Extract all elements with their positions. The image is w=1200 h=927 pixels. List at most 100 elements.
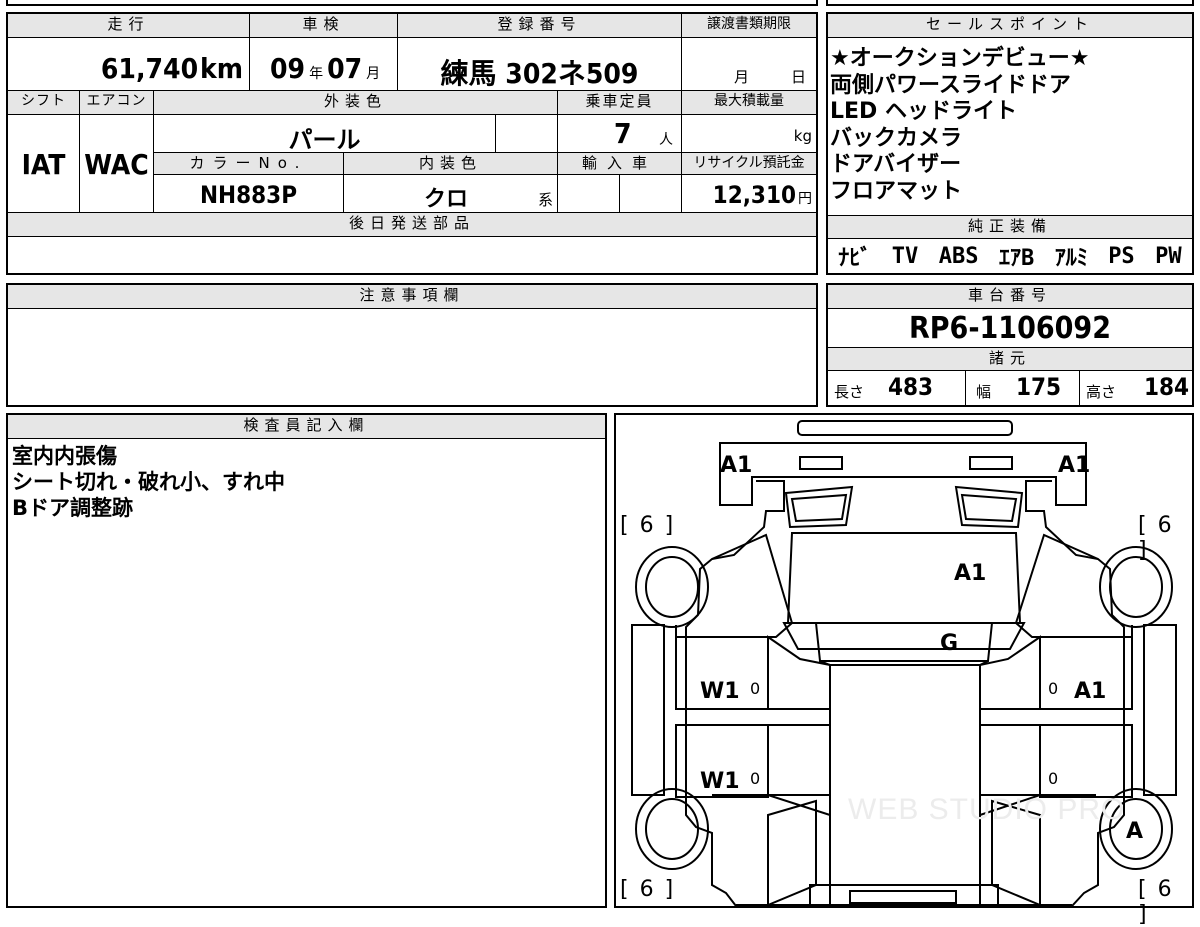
mileage-header: 走行 — [8, 14, 250, 38]
inspection-year: 09 — [270, 52, 306, 85]
damage-mark-windshield: G — [940, 631, 959, 656]
front-right-tire-inner — [1109, 556, 1163, 618]
mileage-cell: 61,740 km — [8, 38, 250, 91]
equipment-item: ｱﾙﾐ — [1054, 246, 1088, 271]
colorno-value: NH883P — [199, 181, 298, 209]
transfer-month-unit: 月 — [734, 68, 750, 86]
inspector-box: 検査員記入欄 室内内張傷 シート切れ・破れ小、すれ中 Bドア調整跡 — [6, 413, 607, 908]
sales-points-header: セールスポイント — [828, 14, 1192, 38]
rear-left-panel — [767, 799, 817, 906]
sales-point-line: 両側パワースライドドア — [830, 72, 1071, 98]
damage-mark-hood: A1 — [954, 561, 987, 586]
capacity-header: 乗車定員 — [558, 91, 682, 115]
inspection-cell: 09 年 07 月 — [250, 38, 398, 91]
damage-mark-front-left: A1 — [720, 453, 753, 478]
top-cutoff-right — [826, 0, 1194, 6]
inspection-month: 07 — [327, 52, 363, 85]
maxload-header: 最大積載量 — [682, 91, 816, 115]
sales-points-box: セールスポイント ★オークションデビュー★ 両側パワースライドドア LED ヘッ… — [826, 12, 1194, 275]
inspection-header: 車検 — [250, 14, 398, 38]
front-bumper-top — [797, 420, 1013, 436]
inspection-month-unit: 月 — [366, 66, 381, 82]
front-left-tire-inner — [645, 556, 699, 618]
damage-mark-left-rear-door: W1 — [700, 769, 740, 794]
equipment-item: TV — [891, 243, 919, 269]
notes-header: 注意事項欄 — [8, 285, 816, 309]
equipment-item: ABS — [938, 243, 979, 269]
registration-value: 練馬 302ネ509 — [440, 57, 639, 90]
colorno-header: カラーNo. — [154, 153, 344, 175]
transfer-cell: 月 日 — [682, 38, 816, 91]
length-value: 483 — [888, 373, 934, 401]
height-label: 高さ — [1086, 383, 1117, 401]
exterior-cell: パール — [154, 115, 496, 154]
right-side-outer — [1143, 624, 1177, 796]
inspector-line: シート切れ・破れ小、すれ中 — [12, 470, 285, 494]
import-cell-b — [620, 175, 682, 213]
right-fender — [1014, 533, 1133, 638]
capacity-value: 7 — [614, 117, 632, 150]
shift-header: シフト — [8, 91, 80, 115]
interior-value: クロ — [424, 187, 469, 212]
inspector-lines: 室内内張傷 シート切れ・破れ小、すれ中 Bドア調整跡 — [12, 443, 602, 521]
width-value: 175 — [1016, 373, 1062, 401]
left-quarter — [712, 794, 831, 906]
recycle-cell: 12,310 円 — [682, 175, 816, 213]
interior-unit: 系 — [537, 191, 553, 209]
inspection-year-unit: 年 — [309, 66, 324, 82]
damage-mark-right-front-door: A1 — [1074, 679, 1107, 704]
left-window-front — [767, 635, 831, 710]
chassis-header: 車台番号 — [828, 285, 1192, 309]
damage-mark-rear-right-wheel: A — [1126, 819, 1144, 844]
vehicle-info-box: 走行 車検 登録番号 譲渡書類期限 61,740 km 09 年 07 月 練馬 30… — [6, 12, 818, 275]
sales-point-line: ドアバイザー — [830, 152, 962, 177]
door-mark-zero: 0 — [1048, 679, 1059, 698]
headlight-right — [969, 456, 1013, 470]
chassis-box: 車台番号 RP6-1106092 諸元 長さ 483 幅 175 高さ 184 — [826, 283, 1194, 407]
equipment-item: PS — [1108, 243, 1135, 269]
width-label: 幅 — [976, 383, 992, 401]
chassis-value: RP6-1106092 — [908, 311, 1111, 346]
length-cell: 長さ 483 — [828, 371, 966, 405]
car-diagram — [631, 420, 1177, 906]
mileage-unit: km — [200, 52, 243, 85]
tire-label-front-right: [ 6 ] — [1138, 513, 1174, 563]
width-cell: 幅 175 — [966, 371, 1080, 405]
shift-value: IAT — [21, 148, 66, 181]
rear-lamp — [849, 890, 957, 904]
roof-front — [819, 660, 989, 666]
import-cell-a — [558, 175, 620, 213]
door-mark-zero: 0 — [750, 679, 761, 698]
tire-label-front-left: [ 6 ] — [620, 513, 676, 538]
vehicle-diagram-box: [ 6 ] [ 6 ] [ 6 ] [ 6 ] A1 A1 A1 G W1 W1… — [614, 413, 1194, 927]
inspector-line: Bドア調整跡 — [12, 496, 134, 520]
left-window-rear — [767, 724, 831, 796]
top-cutoff-row — [6, 0, 818, 6]
inspector-header: 検査員記入欄 — [8, 415, 605, 439]
watermark: WEB STUDIO PRO — [848, 793, 1126, 826]
recycle-value: 12,310 — [712, 181, 796, 209]
recycle-unit: 円 — [798, 191, 812, 207]
rear-left-tire-inner — [645, 798, 699, 860]
headlight-left — [799, 456, 843, 470]
windshield — [782, 622, 1026, 650]
grille-left — [790, 493, 848, 523]
notes-box: 注意事項欄 — [6, 283, 818, 407]
front-bumper — [719, 442, 1087, 506]
colorno-cell: NH883P — [154, 175, 344, 213]
recycle-header: リサイクル預託金 — [682, 153, 816, 175]
transfer-header: 譲渡書類期限 — [682, 14, 816, 38]
registration-header: 登録番号 — [398, 14, 682, 38]
later-parts-header: 後日発送部品 — [8, 213, 816, 237]
door-mark-zero: 0 — [750, 769, 761, 788]
left-side-outer — [631, 624, 665, 796]
sales-point-line: バックカメラ — [830, 125, 963, 151]
interior-header: 内装色 — [344, 153, 558, 175]
transfer-day-unit: 日 — [790, 68, 806, 86]
length-label: 長さ — [834, 383, 865, 401]
capacity-cell: 7 人 — [558, 115, 682, 153]
import-header: 輸入車 — [558, 153, 682, 175]
maxload-unit: kg — [793, 127, 812, 145]
capacity-unit: 人 — [659, 132, 673, 148]
equipment-list: ﾅﾋﾞ TV ABS ｴｱB ｱﾙﾐ PS PW — [828, 239, 1192, 273]
